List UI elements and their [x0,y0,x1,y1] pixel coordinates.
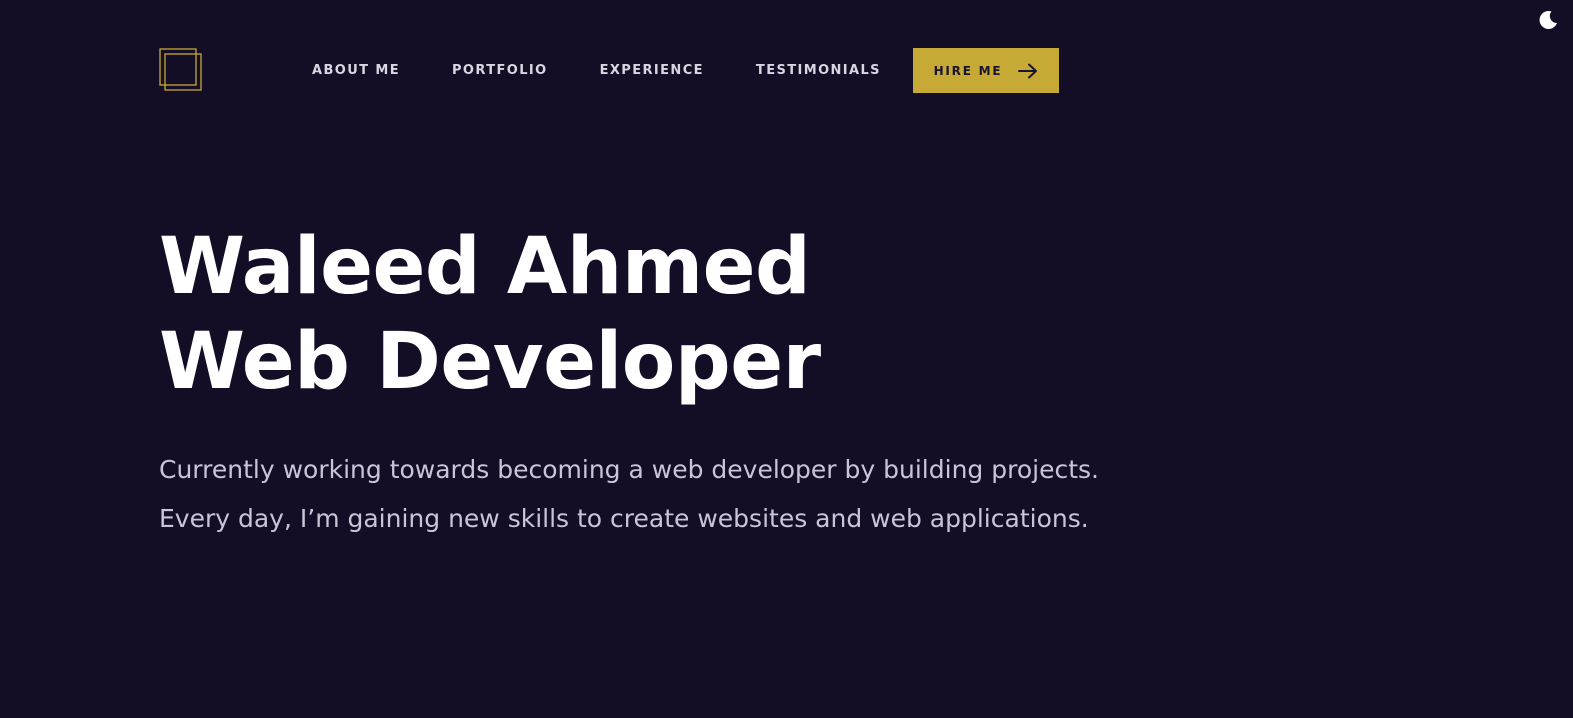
hero-description-line: Currently working towards becoming a web… [159,455,1099,484]
theme-toggle-button[interactable] [1536,8,1560,32]
site-logo[interactable] [159,48,203,92]
nav-link-experience[interactable]: EXPERIENCE [600,63,704,78]
double-square-logo-icon [159,48,202,91]
moon-icon [1539,10,1557,29]
hire-me-label: HIRE ME [933,63,1003,78]
nav-link-testimonials[interactable]: TESTIMONIALS [756,63,881,78]
hero-title-role: Web Developer [159,317,821,407]
arrow-right-icon [1018,63,1038,78]
main-nav: ABOUT ME PORTFOLIO EXPERIENCE TESTIMONIA… [312,62,933,78]
hero-title: Waleed Ahmed Web Developer [159,220,821,410]
hero-description: Currently working towards becoming a web… [159,445,1099,543]
nav-link-portfolio[interactable]: PORTFOLIO [452,63,548,78]
hero-description-line: Every day, I’m gaining new skills to cre… [159,504,1089,533]
hire-me-button[interactable]: HIRE ME [913,48,1059,93]
hero-title-name: Waleed Ahmed [159,222,811,312]
nav-link-about-me[interactable]: ABOUT ME [312,63,400,78]
